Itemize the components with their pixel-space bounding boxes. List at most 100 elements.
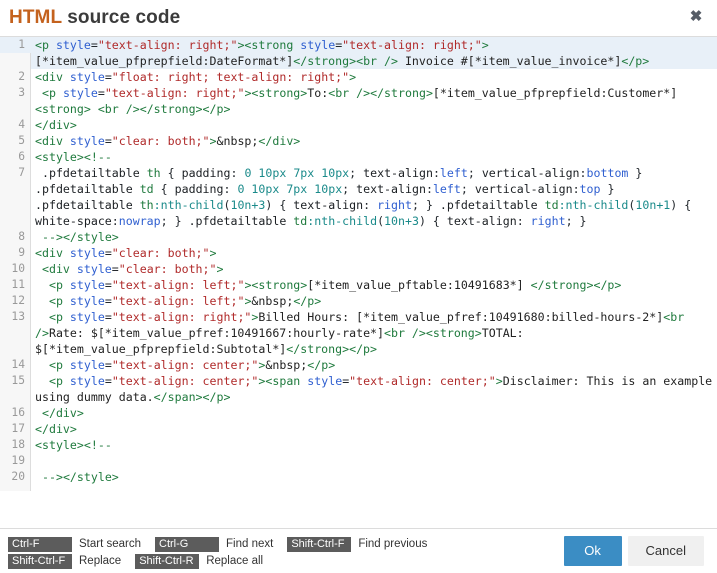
line-code[interactable]: --></style> <box>31 229 717 245</box>
code-token: text-align <box>356 182 426 196</box>
cancel-button[interactable]: Cancel <box>627 536 704 566</box>
code-token: left <box>439 166 468 180</box>
code-line[interactable]: 7 .pfdetailtable th { padding: 0 10px 7p… <box>0 165 717 229</box>
close-icon[interactable]: ✖ <box>687 8 705 26</box>
code-line[interactable]: 16 </div> <box>0 405 717 421</box>
code-line[interactable]: 1 <p style="text-align: right;"><strong s… <box>0 37 717 69</box>
code-line[interactable]: 12 <p style="text-align: left;">&nbsp;</… <box>0 293 717 309</box>
code-token: Billed Hours: [*item_value_pfref:1049168… <box>258 310 664 324</box>
code-token: <p <box>48 374 70 388</box>
code-token: &nbsp; <box>251 294 294 308</box>
line-code[interactable]: <p style="text-align: right;">Billed Hou… <box>31 309 717 357</box>
code-token: td <box>293 214 308 228</box>
line-code[interactable]: <p style="text-align: center;"><span sty… <box>31 373 717 405</box>
code-token: <style> <box>35 150 84 164</box>
code-token: ; } <box>565 214 587 228</box>
code-token: Invoice #[*item_value_invoice*] <box>397 54 622 68</box>
code-token: style <box>69 134 105 148</box>
code-token: </p> <box>621 54 650 68</box>
shortcut-item: Ctrl-G Find next <box>155 537 287 552</box>
code-token: = <box>104 134 112 148</box>
line-code[interactable]: <div style="clear: both;"> <box>31 261 717 277</box>
code-token: <div <box>41 262 77 276</box>
line-code[interactable]: </div> <box>31 405 717 421</box>
shortcut-label: Find previous <box>358 538 428 550</box>
code-line[interactable]: 19 <box>0 453 717 469</box>
code-line[interactable]: 2 <div style="float: right; text-align: r… <box>0 69 717 85</box>
code-token: <p <box>48 310 70 324</box>
shortcut-item: Shift-Ctrl-F Replace <box>8 554 135 569</box>
code-token: = <box>111 262 119 276</box>
line-code[interactable]: </div> <box>31 117 717 133</box>
code-token: :nth-child <box>307 214 378 228</box>
code-line[interactable]: 13 <p style="text-align: right;">Billed … <box>0 309 717 357</box>
ok-button[interactable]: Ok <box>563 536 622 566</box>
line-code[interactable]: <p style="text-align: right;"><strong>To… <box>31 85 717 117</box>
line-code[interactable]: --></style> <box>31 469 717 485</box>
line-code[interactable]: <p style="text-align: right;"><strong st… <box>31 37 717 69</box>
code-token: <br /></strong></p> <box>97 102 231 116</box>
line-number: 1 <box>0 37 31 53</box>
code-line[interactable]: 9 <div style="clear: both;"> <box>0 245 717 261</box>
code-line[interactable]: 14 <p style="text-align: center;">&nbsp;… <box>0 357 717 373</box>
line-code[interactable] <box>31 453 717 469</box>
keyboard-shortcuts-legend: Ctrl-F Start search Ctrl-G Find next Shift-C… <box>8 537 438 571</box>
code-token: style <box>300 38 336 52</box>
code-line[interactable]: 15 <p style="text-align: center;"><span … <box>0 373 717 405</box>
code-token: "clear: both;" <box>111 246 210 260</box>
line-code[interactable]: .pfdetailtable th { padding: 0 10px 7px … <box>31 165 717 229</box>
code-line[interactable]: 3 <p style="text-align: right;"><strong>… <box>0 85 717 117</box>
line-number: 14 <box>11 358 25 371</box>
code-token: <p <box>41 86 63 100</box>
line-code[interactable]: <style><!-- <box>31 437 717 453</box>
line-number: 19 <box>11 454 25 467</box>
code-line[interactable]: 11 <p style="text-align: left;"><strong>… <box>0 277 717 293</box>
code-token: ; <box>460 182 475 196</box>
code-token: <br /></strong> <box>328 86 433 100</box>
dialog-title: HTML source code <box>0 7 180 29</box>
code-line[interactable]: 4 </div> <box>0 117 717 133</box>
code-line[interactable]: 20 --></style> <box>0 469 717 485</box>
line-number: 3 <box>18 86 25 99</box>
line-code[interactable]: <div style="float: right; text-align: ri… <box>31 69 717 85</box>
code-token: ; <box>467 166 482 180</box>
code-token: white-space <box>35 214 112 228</box>
line-code[interactable]: <p style="text-align: center;">&nbsp;</p… <box>31 357 717 373</box>
code-token: style <box>76 262 112 276</box>
shortcut-item: Ctrl-F Start search <box>8 537 155 552</box>
code-line[interactable]: 5 <div style="clear: both;">&nbsp;</div> <box>0 133 717 149</box>
code-token: "text-align: right;" <box>104 86 245 100</box>
code-line[interactable]: 17 </div> <box>0 421 717 437</box>
code-token: 10n+3 <box>384 214 419 228</box>
line-code[interactable]: <p style="text-align: left;">&nbsp;</p> <box>31 293 717 309</box>
line-number: 16 <box>11 406 25 419</box>
code-line[interactable]: 6 <style><!-- <box>0 149 717 165</box>
line-number: 15 <box>11 374 25 387</box>
line-code[interactable]: </div> <box>31 421 717 437</box>
code-token: text-align <box>363 166 433 180</box>
line-code[interactable]: <style><!-- <box>31 149 717 165</box>
line-code[interactable]: <div style="clear: both;">&nbsp;</div> <box>31 133 717 149</box>
line-code[interactable]: <div style="clear: both;"> <box>31 245 717 261</box>
line-code[interactable]: <p style="text-align: left;"><strong>[*i… <box>31 277 717 293</box>
code-token: "clear: both;" <box>111 134 210 148</box>
code-line[interactable]: 8 --></style> <box>0 229 717 245</box>
code-content[interactable]: 1 <p style="text-align: right;"><strong s… <box>0 37 717 485</box>
line-number: 4 <box>18 118 25 131</box>
code-token: <p <box>48 358 70 372</box>
code-token: <p <box>48 278 70 292</box>
code-token: ; <box>349 166 364 180</box>
code-line[interactable]: 18 <style><!-- <box>0 437 717 453</box>
shortcut-key-badge: Ctrl-G <box>155 537 219 552</box>
code-token: : <box>223 182 238 196</box>
code-token: "clear: both;" <box>118 262 217 276</box>
code-token: style <box>69 310 105 324</box>
code-token: <strong> <box>35 102 91 116</box>
code-token: &nbsp; <box>265 358 308 372</box>
code-line[interactable]: 10 <div style="clear: both;"> <box>0 261 717 277</box>
code-editor[interactable]: 1 <p style="text-align: right;"><strong s… <box>0 36 717 528</box>
